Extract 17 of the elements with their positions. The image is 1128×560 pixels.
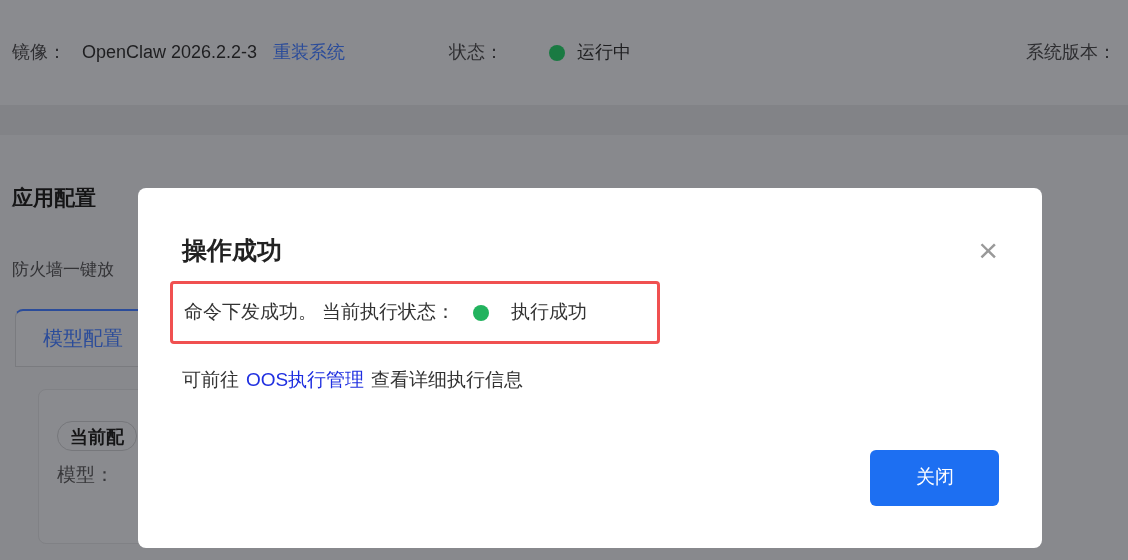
status-text: 运行中 [577,41,632,64]
model-label: 模型： [57,462,115,487]
reinstall-link[interactable]: 重装系统 [273,39,346,66]
message-text: 命令下发成功。 当前执行状态： [184,300,456,325]
image-label: 镜像： [12,41,66,64]
section-title: 应用配置 [12,185,97,211]
image-value: OpenClaw 2026.2.2-3 [82,41,258,64]
version-label: 系统版本： [1026,41,1116,64]
firewall-text: 防火墙一键放 [12,259,115,281]
oos-link[interactable]: OOS执行管理 [246,366,365,395]
dialog-title: 操作成功 [182,235,282,266]
close-button[interactable]: × [978,233,998,267]
status-text: 执行成功 [511,300,588,325]
hint-text: 可前往 [182,368,239,392]
close-button[interactable]: 关闭 [870,449,999,506]
status-label: 状态： [449,41,504,64]
hint-text: 查看详细执行信息 [371,368,524,392]
